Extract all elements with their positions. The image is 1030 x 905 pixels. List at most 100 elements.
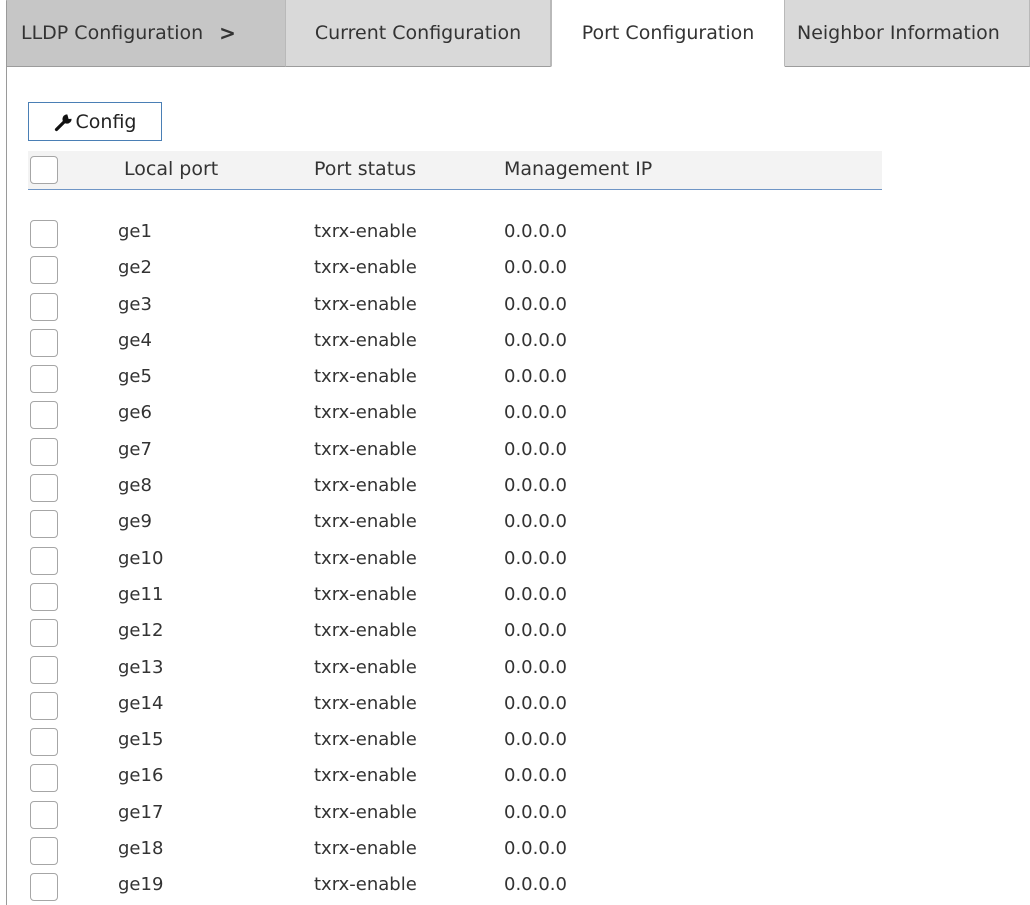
select-all-checkbox[interactable]: [30, 156, 58, 184]
row-checkbox[interactable]: [30, 256, 58, 285]
cell-management-ip: 0.0.0.0: [504, 257, 567, 279]
cell-local-port: ge16: [118, 765, 164, 787]
breadcrumb[interactable]: LLDP Configuration >: [7, 0, 286, 67]
cell-port-status: txrx-enable: [314, 257, 417, 279]
cell-management-ip: 0.0.0.0: [504, 620, 567, 642]
cell-management-ip: 0.0.0.0: [504, 801, 567, 823]
table-row[interactable]: ge3 txrx-enable 0.0.0.0: [28, 288, 882, 324]
cell-management-ip: 0.0.0.0: [504, 475, 567, 497]
cell-local-port: ge5: [118, 366, 152, 388]
cell-management-ip: 0.0.0.0: [504, 656, 567, 678]
row-checkbox[interactable]: [30, 619, 58, 648]
cell-local-port: ge9: [118, 511, 152, 533]
row-checkbox[interactable]: [30, 510, 58, 539]
table-row[interactable]: ge1 txrx-enable 0.0.0.0: [28, 215, 882, 251]
table-row[interactable]: ge17 txrx-enable 0.0.0.0: [28, 796, 882, 832]
table-row[interactable]: ge11 txrx-enable 0.0.0.0: [28, 578, 882, 614]
cell-management-ip: 0.0.0.0: [504, 366, 567, 388]
table-row[interactable]: ge7 txrx-enable 0.0.0.0: [28, 433, 882, 469]
tab-port-configuration[interactable]: Port Configuration: [551, 0, 785, 67]
cell-local-port: ge1: [118, 221, 152, 242]
cell-local-port: ge15: [118, 729, 164, 751]
cell-local-port: ge11: [118, 583, 164, 605]
table-row[interactable]: ge6 txrx-enable 0.0.0.0: [28, 396, 882, 432]
cell-local-port: ge14: [118, 692, 164, 714]
cell-local-port: ge4: [118, 329, 152, 351]
table-row[interactable]: ge10 txrx-enable 0.0.0.0: [28, 542, 882, 578]
cell-local-port: ge10: [118, 547, 164, 569]
cell-local-port: ge19: [118, 874, 164, 896]
table-row[interactable]: ge19 txrx-enable 0.0.0.0: [28, 868, 882, 904]
tab-current-configuration[interactable]: Current Configuration: [286, 0, 551, 67]
table-row[interactable]: ge9 txrx-enable 0.0.0.0: [28, 505, 882, 541]
row-checkbox[interactable]: [30, 474, 58, 503]
row-checkbox[interactable]: [30, 292, 58, 321]
column-header-port-status[interactable]: Port status: [314, 158, 416, 180]
cell-port-status: txrx-enable: [314, 293, 417, 315]
table-row[interactable]: ge15 txrx-enable 0.0.0.0: [28, 723, 882, 759]
row-checkbox[interactable]: [30, 691, 58, 720]
cell-local-port: ge7: [118, 438, 152, 460]
cell-management-ip: 0.0.0.0: [504, 583, 567, 605]
row-checkbox[interactable]: [30, 582, 58, 611]
cell-local-port: ge3: [118, 293, 152, 315]
cell-port-status: txrx-enable: [314, 402, 417, 424]
row-checkbox[interactable]: [30, 220, 58, 248]
row-checkbox[interactable]: [30, 837, 58, 866]
tab-label: Port Configuration: [581, 22, 755, 44]
cell-management-ip: 0.0.0.0: [504, 221, 567, 242]
cell-port-status: txrx-enable: [314, 583, 417, 605]
cell-management-ip: 0.0.0.0: [504, 438, 567, 460]
table-row[interactable]: ge18 txrx-enable 0.0.0.0: [28, 832, 882, 868]
table-row[interactable]: ge13 txrx-enable 0.0.0.0: [28, 651, 882, 687]
row-checkbox[interactable]: [30, 800, 58, 829]
cell-port-status: txrx-enable: [314, 874, 417, 896]
row-checkbox[interactable]: [30, 365, 58, 394]
cell-port-status: txrx-enable: [314, 438, 417, 460]
row-checkbox[interactable]: [30, 728, 58, 757]
row-checkbox[interactable]: [30, 546, 58, 575]
cell-port-status: txrx-enable: [314, 329, 417, 351]
row-checkbox[interactable]: [30, 328, 58, 357]
cell-local-port: ge6: [118, 402, 152, 424]
cell-local-port: ge12: [118, 620, 164, 642]
row-checkbox[interactable]: [30, 401, 58, 430]
cell-port-status: txrx-enable: [314, 547, 417, 569]
cell-local-port: ge17: [118, 801, 164, 823]
cell-management-ip: 0.0.0.0: [504, 402, 567, 424]
table-row[interactable]: ge5 txrx-enable 0.0.0.0: [28, 360, 882, 396]
cell-management-ip: 0.0.0.0: [504, 729, 567, 751]
cell-port-status: txrx-enable: [314, 656, 417, 678]
cell-management-ip: 0.0.0.0: [504, 511, 567, 533]
table-body: ge1 txrx-enable 0.0.0.0 ge2 txrx-enable 0.0.0…: [28, 215, 882, 905]
wrench-icon: [54, 113, 73, 131]
tab-label: Current Configuration: [314, 22, 522, 44]
cell-port-status: txrx-enable: [314, 221, 417, 242]
row-checkbox[interactable]: [30, 873, 58, 902]
tab-neighbor-information[interactable]: Neighbor Information: [785, 0, 1030, 67]
row-checkbox[interactable]: [30, 764, 58, 793]
table-row[interactable]: ge4 txrx-enable 0.0.0.0: [28, 324, 882, 360]
tab-bar: LLDP Configuration > Current Configurati…: [7, 0, 1030, 67]
table-row[interactable]: ge12 txrx-enable 0.0.0.0: [28, 614, 882, 650]
cell-port-status: txrx-enable: [314, 765, 417, 787]
column-header-local-port[interactable]: Local port: [124, 158, 218, 180]
config-button[interactable]: Config: [28, 102, 162, 141]
cell-local-port: ge13: [118, 656, 164, 678]
cell-management-ip: 0.0.0.0: [504, 329, 567, 351]
tab-label: Neighbor Information: [797, 22, 1000, 44]
table-row[interactable]: ge14 txrx-enable 0.0.0.0: [28, 687, 882, 723]
table-row[interactable]: ge8 txrx-enable 0.0.0.0: [28, 469, 882, 505]
row-checkbox[interactable]: [30, 437, 58, 466]
column-header-management-ip[interactable]: Management IP: [504, 158, 652, 180]
cell-local-port: ge18: [118, 838, 164, 860]
cell-port-status: txrx-enable: [314, 366, 417, 388]
cell-port-status: txrx-enable: [314, 620, 417, 642]
breadcrumb-label: LLDP Configuration: [21, 22, 204, 44]
row-checkbox[interactable]: [30, 655, 58, 684]
cell-port-status: txrx-enable: [314, 729, 417, 751]
table-row[interactable]: ge16 txrx-enable 0.0.0.0: [28, 759, 882, 795]
table-row[interactable]: ge2 txrx-enable 0.0.0.0: [28, 251, 882, 287]
config-button-label: Config: [75, 110, 137, 133]
cell-local-port: ge2: [118, 257, 152, 279]
